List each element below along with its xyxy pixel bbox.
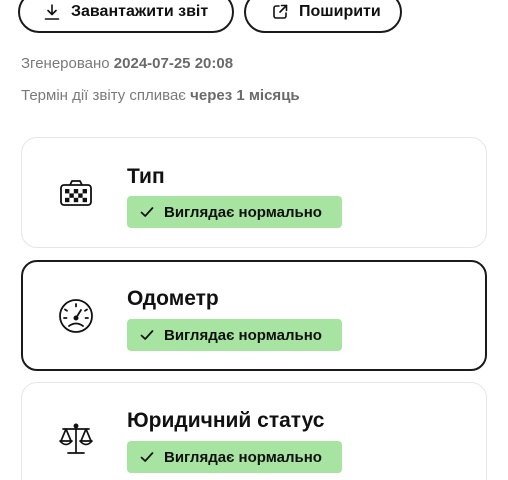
checkmark-icon [139,449,155,465]
checkmark-icon [139,204,155,220]
download-report-label: Завантажити звіт [71,3,209,20]
status-badge: Виглядає нормально [127,319,342,351]
expiry-info: Термін дії звіту спливає через 1 місяць [21,87,300,104]
status-text: Виглядає нормально [164,203,322,221]
check-title: Юридичний статус [127,409,325,432]
check-card-type[interactable]: Тип Виглядає нормально [21,137,487,248]
share-icon [270,2,290,22]
generated-info: Згенеровано 2024-07-25 20:08 [21,55,233,72]
status-text: Виглядає нормально [164,448,322,466]
taxi-sign-icon [56,174,96,214]
check-title: Одометр [127,287,219,310]
share-label: Поширити [299,3,381,20]
check-card-odometer[interactable]: Одометр Виглядає нормально [21,260,487,371]
checkmark-icon [139,327,155,343]
status-badge: Виглядає нормально [127,196,342,228]
check-title: Тип [127,165,165,188]
report-actions: Завантажити звіт Поширити [18,0,402,33]
check-card-legal-status[interactable]: Юридичний статус Виглядає нормально [21,382,487,480]
generated-label: Згенеровано [21,55,110,72]
download-report-button[interactable]: Завантажити звіт [18,0,234,33]
generated-date: 2024-07-25 20:08 [113,55,234,72]
status-text: Виглядає нормально [164,326,322,344]
expiry-label: Термін дії звіту спливає [21,87,186,104]
scales-icon [56,419,96,459]
share-button[interactable]: Поширити [244,0,402,33]
report-page: Завантажити звіт Поширити Згенеровано 20… [0,0,508,480]
odometer-gauge-icon [56,296,96,336]
status-badge: Виглядає нормально [127,441,342,473]
download-icon [42,2,62,22]
expiry-value: через 1 місяць [190,87,300,104]
